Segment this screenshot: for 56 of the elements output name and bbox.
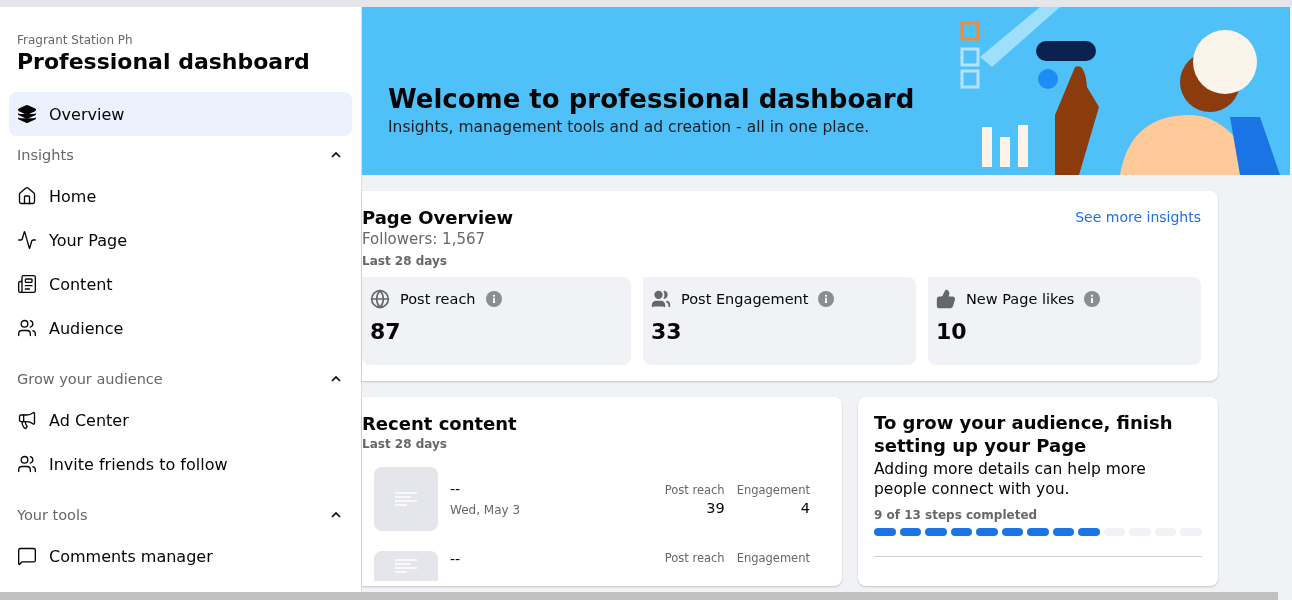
section-heading: Grow your audience: [17, 371, 163, 387]
nav-item[interactable]: Comments manager: [9, 534, 352, 578]
info-icon[interactable]: [1084, 290, 1101, 307]
metric-value: 39: [706, 499, 725, 516]
stat-label: Post reach: [400, 290, 476, 307]
banner-title: Welcome to professional dashboard: [388, 84, 915, 114]
people-icon: [17, 454, 37, 474]
nav-item[interactable]: Ad Center: [9, 398, 352, 442]
nav-item[interactable]: Audience: [9, 306, 352, 350]
comment-icon: [17, 546, 37, 566]
post-title[interactable]: --: [450, 551, 653, 567]
card-title: Page Overview: [362, 207, 514, 230]
card-title: To grow your audience, finish setting up your Page: [874, 410, 1174, 458]
metric-label: Post reach: [664, 551, 725, 565]
period-label: Last 28 days: [362, 437, 448, 451]
section-heading: Your tools: [17, 507, 88, 523]
setup-text: Adding more details can help more people connect with you.: [874, 459, 1147, 500]
stat-value: 10: [936, 318, 968, 344]
line-chart-icon: [17, 230, 37, 250]
nav-item[interactable]: Your Page: [9, 218, 352, 262]
insights-link[interactable]: See more insights: [1075, 209, 1201, 225]
layers-icon: [17, 104, 37, 124]
nav-item[interactable]: Home: [9, 174, 352, 218]
metric-label: Post reach: [664, 482, 725, 497]
stat-label: Post Engagement: [681, 290, 809, 307]
nav-item[interactable]: Content: [9, 262, 352, 306]
globe-icon: [370, 288, 390, 309]
nav-item[interactable]: Overview: [9, 92, 352, 136]
card-title: Recent content: [362, 412, 518, 435]
post-date: Wed, May 3: [450, 503, 522, 517]
period-label: Last 28 days: [362, 253, 448, 268]
newspaper-icon: [17, 274, 37, 294]
people-icon: [651, 288, 671, 309]
stat-value: 87: [370, 318, 402, 344]
home-icon: [17, 186, 37, 206]
thumbs-up-icon: [936, 288, 956, 309]
section-heading: Insights: [17, 147, 74, 163]
metric-label: Engagement: [736, 482, 810, 497]
metric-label: Engagement: [736, 551, 810, 565]
scrollbar[interactable]: [0, 592, 1278, 600]
page-name: Fragrant Station Ph: [16, 33, 134, 47]
followers-count: Followers: 1,567: [362, 229, 487, 248]
sidebar-title: Professional dashboard: [16, 49, 311, 74]
metric-value: 4: [800, 499, 810, 516]
info-icon[interactable]: [818, 290, 835, 307]
progress-label: 9 of 13 steps completed: [874, 507, 1039, 522]
post-thumbnail[interactable]: [374, 467, 438, 531]
people-icon: [17, 318, 37, 338]
banner-subtitle: Insights, management tools and ad creation - all in one place.: [388, 118, 871, 136]
info-icon[interactable]: [485, 290, 502, 307]
post-thumbnail[interactable]: [374, 551, 438, 581]
post-title[interactable]: --: [450, 481, 653, 497]
stat-label: New Page likes: [966, 290, 1075, 307]
megaphone-icon: [17, 410, 37, 430]
nav-item[interactable]: Invite friends to follow: [9, 442, 352, 486]
stat-value: 33: [651, 318, 683, 344]
